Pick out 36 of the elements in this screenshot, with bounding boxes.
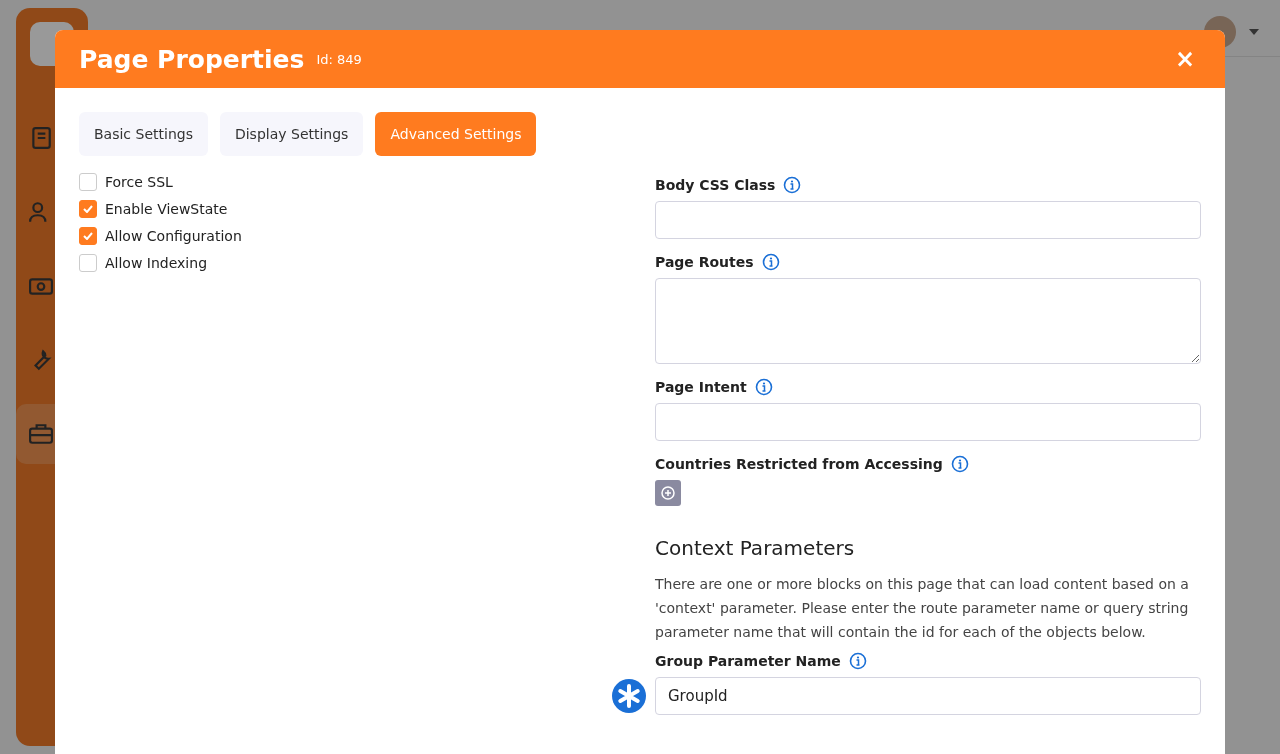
checkbox[interactable] [79, 227, 97, 245]
section-description: There are one or more blocks on this page that can load content based on a 'context' parameter. Please enter the route parameter name or query string parameter name that will contain the id for each of the objects below. [655, 575, 1190, 642]
add-button[interactable] [655, 480, 681, 506]
field-label: Countries Restricted from Accessing [655, 456, 943, 472]
checkbox[interactable] [79, 200, 97, 218]
book-icon [29, 127, 53, 149]
info-icon [783, 176, 802, 194]
info-icon [950, 455, 969, 473]
checkbox-label: Allow Configuration [105, 228, 242, 244]
check-icon [83, 205, 93, 213]
text-area[interactable] [655, 278, 1201, 364]
input-field[interactable] [655, 403, 1201, 441]
field-label: Body CSS Class [655, 177, 776, 193]
cash-icon [29, 275, 53, 297]
info-icon [761, 253, 780, 271]
info-icon [848, 652, 867, 670]
dialog-title: Page Properties [79, 44, 305, 74]
field-label: Page Routes [655, 254, 754, 270]
field-label: Page Intent [655, 379, 747, 395]
checkbox[interactable] [79, 254, 97, 272]
checkbox[interactable] [79, 173, 97, 191]
input-field[interactable] [655, 201, 1201, 239]
info-icon [754, 378, 773, 396]
checkbox-label: Force SSL [105, 174, 173, 190]
page-id: Id: 849 [316, 51, 362, 67]
check-icon [83, 232, 93, 240]
caret-icon[interactable] [1248, 28, 1260, 36]
field-label: Group Parameter Name [655, 653, 841, 669]
tab[interactable]: Display Settings [219, 112, 364, 156]
input-field[interactable]: GroupId [655, 677, 1201, 715]
tab[interactable]: Basic Settings [79, 112, 208, 156]
briefcase-icon [29, 423, 53, 445]
plus-icon [661, 486, 675, 500]
checkbox-label: Allow Indexing [105, 255, 207, 271]
section-heading: Context Parameters [655, 536, 856, 560]
checkbox-label: Enable ViewState [105, 201, 228, 217]
